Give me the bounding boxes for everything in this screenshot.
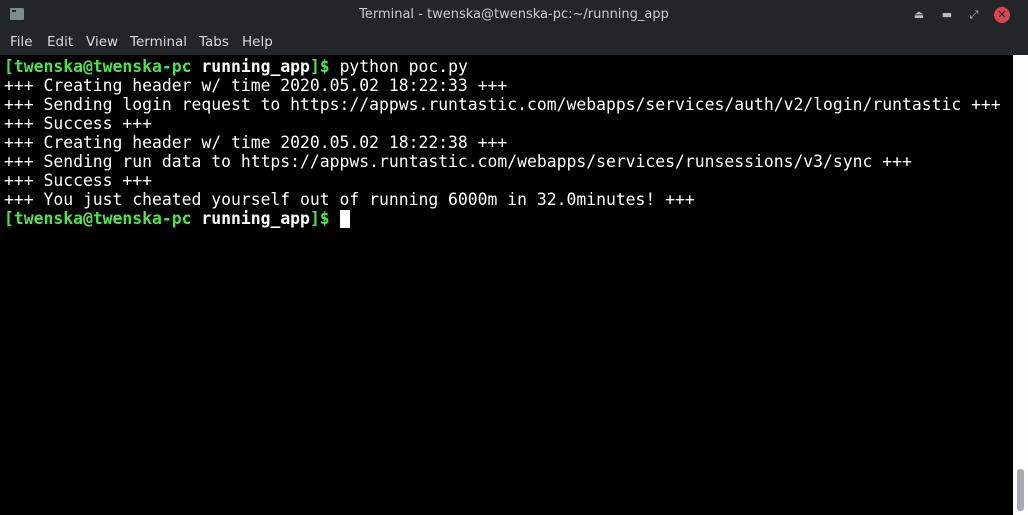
prompt-user-host: twenska@twenska-pc <box>13 209 192 228</box>
output-line: +++ Success +++ <box>4 171 153 190</box>
output-line: +++ Sending run data to https://appws.ru… <box>4 152 912 171</box>
window-title: Terminal - twenska@twenska-pc:~/running_… <box>359 7 669 22</box>
title-bar[interactable]: Terminal - twenska@twenska-pc:~/running_… <box>0 0 1028 30</box>
menu-help[interactable]: Help <box>242 34 273 50</box>
scrollbar-thumb[interactable] <box>1017 469 1024 511</box>
keep-above-icon[interactable]: ⏏ <box>911 7 927 23</box>
output-line: +++ Creating header w/ time 2020.05.02 1… <box>4 76 508 95</box>
menu-file[interactable]: File <box>10 34 33 50</box>
prompt-dir: running_app <box>201 209 310 228</box>
output-line: +++ Sending login request to https://app… <box>4 95 1001 114</box>
terminal-output[interactable]: [twenska@twenska-pc running_app]$ python… <box>0 55 1013 515</box>
output-line: +++ Success +++ <box>4 114 153 133</box>
prompt-line: [twenska@twenska-pc running_app]$ <box>4 209 1013 228</box>
prompt-dir: running_app <box>201 57 310 76</box>
prompt-line: [twenska@twenska-pc running_app]$ python… <box>4 57 468 76</box>
menu-terminal[interactable]: Terminal <box>130 34 187 50</box>
menu-tabs[interactable]: Tabs <box>199 34 229 50</box>
output-line: +++ Creating header w/ time 2020.05.02 1… <box>4 133 508 152</box>
prompt-user-host: twenska@twenska-pc <box>13 57 192 76</box>
command: python poc.py <box>339 57 468 76</box>
maximize-icon[interactable]: ⤢ <box>966 7 982 23</box>
menu-view[interactable]: View <box>86 34 118 50</box>
close-icon[interactable]: ✕ <box>994 7 1010 23</box>
menu-bar: File Edit View Terminal Tabs Help <box>0 30 1028 55</box>
minimize-icon[interactable]: ▬ <box>939 7 955 23</box>
cursor <box>339 210 350 228</box>
output-line: +++ You just cheated yourself out of run… <box>4 190 695 209</box>
scrollbar[interactable] <box>1013 55 1028 515</box>
menu-edit[interactable]: Edit <box>47 34 73 50</box>
